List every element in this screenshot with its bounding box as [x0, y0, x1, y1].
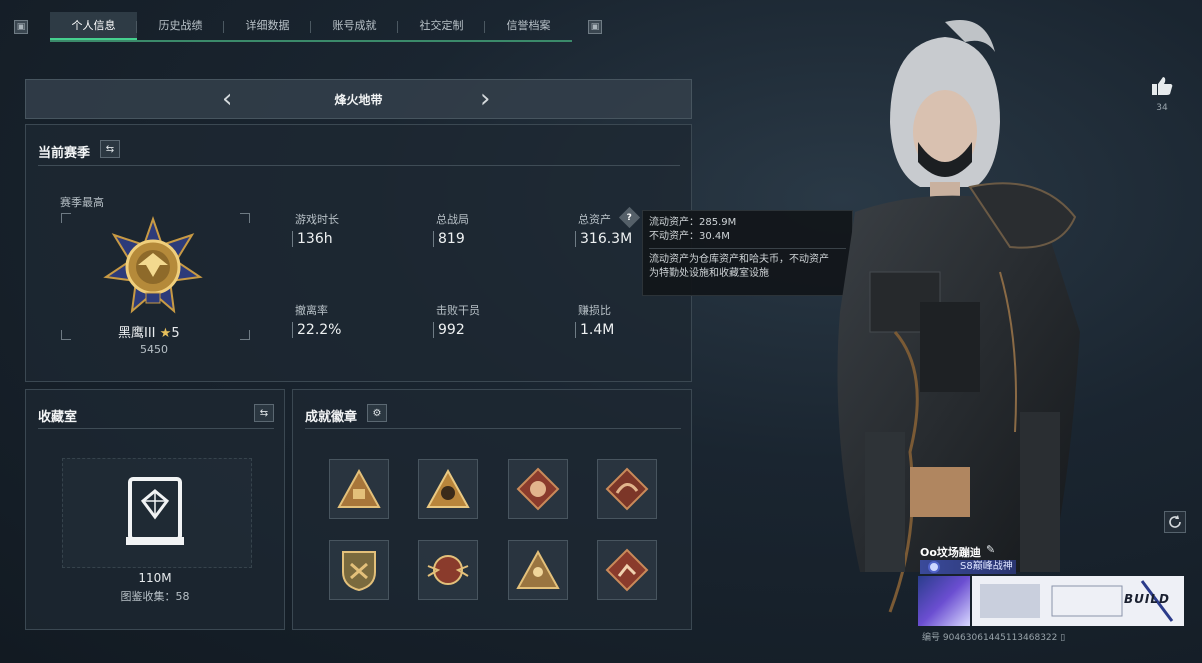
- vault-panel[interactable]: 收藏室 ⇆ 110M 图鉴收集：58: [25, 389, 285, 630]
- tab-personal-info[interactable]: 个人信息: [50, 12, 137, 40]
- section-title-vault: 收藏室: [38, 410, 78, 425]
- next-mode-arrow-icon[interactable]: ›: [480, 86, 490, 112]
- card-portrait: [918, 576, 970, 626]
- triangle-badge-icon: [337, 469, 381, 508]
- player-name: Oo坟场蹦迪: [920, 546, 981, 559]
- achievement-badge[interactable]: [418, 540, 478, 600]
- achievement-badges-panel: 成就徽章 ⚙: [292, 389, 692, 630]
- mode-selector: ‹ 烽火地带 ›: [25, 79, 692, 119]
- prev-mode-arrow-icon[interactable]: ‹: [222, 86, 232, 112]
- achievement-badge[interactable]: [418, 459, 478, 519]
- card-label: BUILD: [1124, 592, 1170, 606]
- stat-value-total-assets: 316.3M: [575, 231, 632, 247]
- player-id: 编号 904630614451134​68322 ▯: [922, 633, 1066, 643]
- figure-badge-icon: [516, 550, 560, 589]
- tab-detailed-data[interactable]: 详细数据: [224, 12, 311, 40]
- stat-value-profit-ratio: 1.4M: [575, 322, 614, 338]
- achievement-badge[interactable]: [508, 540, 568, 600]
- stat-value-total-matches: 819: [433, 231, 465, 247]
- like-widget[interactable]: 34: [1150, 76, 1174, 113]
- tab-bar: 个人信息 历史战绩 详细数据 账号成就 社交定制 信誉档案: [50, 12, 572, 42]
- frame-corner: [61, 213, 71, 223]
- section-title-season: 当前赛季: [38, 146, 91, 161]
- dragon-badge-icon: [605, 467, 649, 511]
- rank-emblem-icon: [103, 215, 203, 314]
- vault-collection: 图鉴收集：58: [120, 590, 190, 603]
- rank-name: 黑鹰III ★5: [118, 326, 180, 341]
- copy-icon[interactable]: ▯: [1060, 633, 1065, 643]
- player-title: S8巅峰战神: [920, 560, 1016, 574]
- title-emblem-icon: [928, 561, 940, 573]
- winged-badge-icon: [427, 555, 469, 585]
- top-nav: ▣ 个人信息 历史战绩 详细数据 账号成就 社交定制 信誉档案 ▣: [14, 12, 602, 42]
- stat-label-extract-rate: 撤离率: [295, 304, 328, 317]
- vault-value: 110M: [138, 571, 172, 585]
- like-count: 34: [1156, 103, 1168, 113]
- help-icon[interactable]: ?: [618, 206, 641, 229]
- stat-value-kills: 992: [433, 322, 465, 338]
- divider: [38, 428, 274, 429]
- tab-match-history[interactable]: 历史战绩: [137, 12, 224, 40]
- stat-value-playtime: 136h: [292, 231, 333, 247]
- achievement-badge[interactable]: [508, 459, 568, 519]
- stat-label-profit-ratio: 赚损比: [578, 304, 611, 317]
- wolf-badge-icon: [516, 467, 560, 511]
- stat-label-kills: 击败干员: [436, 304, 480, 317]
- star-icon: ★: [159, 326, 172, 341]
- vault-cabinet-icon: [126, 477, 184, 545]
- current-season-panel: 当前赛季 ⇆ 赛季最高 黑鹰III ★5 5450 游戏时长 136h 总战局 …: [25, 124, 692, 382]
- frame-corner: [240, 330, 250, 340]
- achievement-badge[interactable]: [329, 540, 389, 600]
- frame-corner: [61, 330, 71, 340]
- divider: [38, 165, 680, 166]
- menu-icon[interactable]: ▣: [14, 20, 28, 34]
- section-title-badges: 成就徽章: [305, 410, 358, 425]
- card-banner: BUILD: [972, 576, 1184, 626]
- refresh-button[interactable]: [1164, 511, 1186, 533]
- player-card[interactable]: Oo坟场蹦迪 ✎ S8巅峰战神 BUILD 编号 904630614451134…: [916, 540, 1186, 644]
- switch-vault-icon[interactable]: ⇆: [254, 404, 274, 422]
- frame-corner: [240, 213, 250, 223]
- thumbs-up-icon[interactable]: [1151, 76, 1173, 96]
- stat-value-extract-rate: 22.2%: [292, 322, 341, 338]
- refresh-icon: [1169, 515, 1181, 528]
- stat-label-playtime: 游戏时长: [295, 213, 339, 226]
- stat-label-total-assets: 总资产: [578, 213, 611, 226]
- tab-credit-profile[interactable]: 信誉档案: [485, 12, 572, 40]
- achievement-badge[interactable]: [329, 459, 389, 519]
- switch-season-icon[interactable]: ⇆: [100, 140, 120, 158]
- mode-title: 烽火地带: [334, 92, 383, 107]
- settings-icon[interactable]: ▣: [588, 20, 602, 34]
- skull-badge-icon: [426, 469, 470, 508]
- divider: [305, 428, 681, 429]
- shield-badge-icon: [342, 551, 376, 592]
- achievement-badge[interactable]: [597, 459, 657, 519]
- achievement-badge[interactable]: [597, 540, 657, 600]
- edit-name-icon[interactable]: ✎: [986, 543, 995, 556]
- season-highest-label: 赛季最高: [60, 196, 104, 209]
- stat-label-total-matches: 总战局: [436, 213, 469, 226]
- gear-icon[interactable]: ⚙: [367, 404, 387, 422]
- runner-badge-icon: [605, 548, 649, 592]
- tab-account-achievements[interactable]: 账号成就: [311, 12, 398, 40]
- rank-score: 5450: [140, 343, 168, 356]
- tab-social-custom[interactable]: 社交定制: [398, 12, 485, 40]
